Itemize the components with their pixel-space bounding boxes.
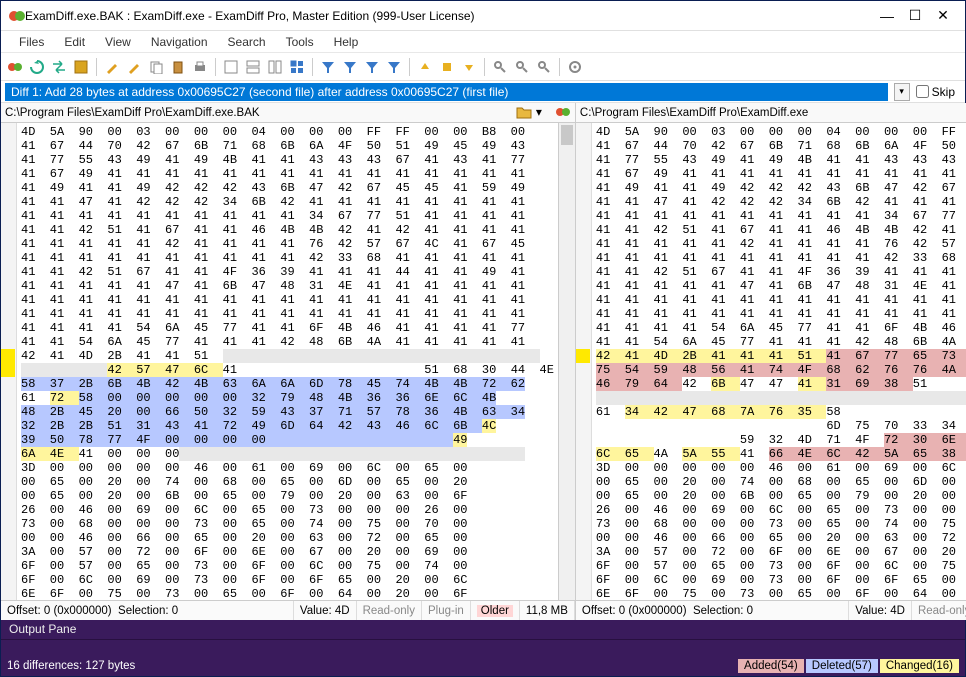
changed-badge: Changed(16) [880,659,959,673]
menu-view[interactable]: View [95,33,141,51]
diff-marker-2 [1,363,15,377]
menu-search[interactable]: Search [218,33,276,51]
deleted-badge: Deleted(57) [806,659,878,673]
right-gutter [576,123,592,600]
right-pathbar: C:\Program Files\ExamDiff Pro\ExamDiff.e… [576,103,966,123]
skip-checkbox-label[interactable]: Skip [916,85,961,99]
nav-up-icon[interactable] [415,57,435,77]
close-button[interactable]: ✕ [929,6,957,26]
find-icon[interactable] [490,57,510,77]
left-statusbar: Offset: 0 (0x000000) Selection: 0 Value:… [1,600,575,620]
menu-tools[interactable]: Tools [276,33,324,51]
minimize-button[interactable]: — [873,6,901,26]
left-compare-icon[interactable] [556,105,574,121]
menu-help[interactable]: Help [324,33,369,51]
right-path[interactable]: C:\Program Files\ExamDiff Pro\ExamDiff.e… [576,107,966,119]
left-size: 11,8 MB [520,601,575,620]
paste-icon[interactable] [168,57,188,77]
left-hex-content[interactable]: 4D 5A 90 00 03 00 00 00 04 00 00 00 FF F… [17,123,558,600]
left-pane: C:\Program Files\ExamDiff Pro\ExamDiff.e… [1,103,576,620]
left-dropdown-icon[interactable]: ▾ [536,105,554,121]
view-single-icon[interactable] [221,57,241,77]
swap-icon[interactable] [49,57,69,77]
diff-selector-bar: Diff 1: Add 28 bytes at address 0x00695C… [1,81,965,103]
right-hex-area[interactable]: 4D 5A 90 00 03 00 00 00 04 00 00 00 FF F… [576,123,966,600]
left-hex-area[interactable]: 4D 5A 90 00 03 00 00 00 04 00 00 00 FF F… [1,123,575,600]
left-path[interactable]: C:\Program Files\ExamDiff Pro\ExamDiff.e… [1,107,515,119]
diff-dropdown[interactable]: Diff 1: Add 28 bytes at address 0x00695C… [5,83,888,101]
summary-bar: 16 differences: 127 bytes Added(54) Dele… [1,656,965,676]
diff-dropdown-arrow[interactable]: ▾ [894,83,910,101]
save-icon[interactable] [71,57,91,77]
nav-down-icon[interactable] [459,57,479,77]
right-statusbar: Offset: 0 (0x000000) Selection: 0 Value:… [576,600,966,620]
toolbar [1,53,965,81]
filter3-icon[interactable] [362,57,382,77]
menu-navigation[interactable]: Navigation [141,33,218,51]
filter4-icon[interactable] [384,57,404,77]
filter1-icon[interactable] [318,57,338,77]
view-grid-icon[interactable] [287,57,307,77]
view-horiz-icon[interactable] [243,57,263,77]
left-open-icon[interactable] [516,105,534,121]
edit-left-icon[interactable] [102,57,122,77]
bottom-panel: Output Pane 16 differences: 127 bytes Ad… [1,620,965,676]
filter2-icon[interactable] [340,57,360,77]
left-plugin: Plug-in [422,601,471,620]
left-pathbar: C:\Program Files\ExamDiff Pro\ExamDiff.e… [1,103,575,123]
left-value: Value: 4D [294,601,357,620]
edit-right-icon[interactable] [124,57,144,77]
recompare-icon[interactable] [27,57,47,77]
right-value: Value: 4D [849,601,912,620]
right-hex-content[interactable]: 4D 5A 90 00 03 00 00 00 04 00 00 00 FF F… [592,123,966,600]
menubar: Files Edit View Navigation Search Tools … [1,31,965,53]
window-title: ExamDiff.exe.BAK : ExamDiff.exe - ExamDi… [25,9,873,23]
left-age: Older [471,601,520,620]
output-pane-content [1,640,965,656]
right-offset: Offset: 0 (0x000000) Selection: 0 [576,601,849,620]
copy-icon[interactable] [146,57,166,77]
options-icon[interactable] [565,57,585,77]
find-next-icon[interactable] [512,57,532,77]
maximize-button[interactable]: ☐ [901,6,929,26]
diff-marker-1 [1,349,15,363]
app-icon [9,8,25,24]
menu-edit[interactable]: Edit [54,33,95,51]
titlebar: ExamDiff.exe.BAK : ExamDiff.exe - ExamDi… [1,1,965,31]
diff-count: 16 differences: 127 bytes [7,660,135,672]
diff-marker-r1 [576,349,590,363]
view-vert-icon[interactable] [265,57,285,77]
left-offset: Offset: 0 (0x000000) Selection: 0 [1,601,294,620]
find-prev-icon[interactable] [534,57,554,77]
print-icon[interactable] [190,57,210,77]
skip-checkbox[interactable] [916,85,929,98]
right-readonly: Read-only [912,601,966,620]
menu-files[interactable]: Files [9,33,54,51]
left-gutter [1,123,17,600]
right-pane: C:\Program Files\ExamDiff Pro\ExamDiff.e… [576,103,966,620]
nav-current-icon[interactable] [437,57,457,77]
left-readonly: Read-only [357,601,422,620]
added-badge: Added(54) [738,659,804,673]
compare-panes: C:\Program Files\ExamDiff Pro\ExamDiff.e… [1,103,965,620]
left-scrollbar[interactable] [558,123,575,600]
compare-icon[interactable] [5,57,25,77]
diff-dropdown-text: Diff 1: Add 28 bytes at address 0x00695C… [11,85,508,99]
output-pane-header[interactable]: Output Pane [1,620,965,640]
